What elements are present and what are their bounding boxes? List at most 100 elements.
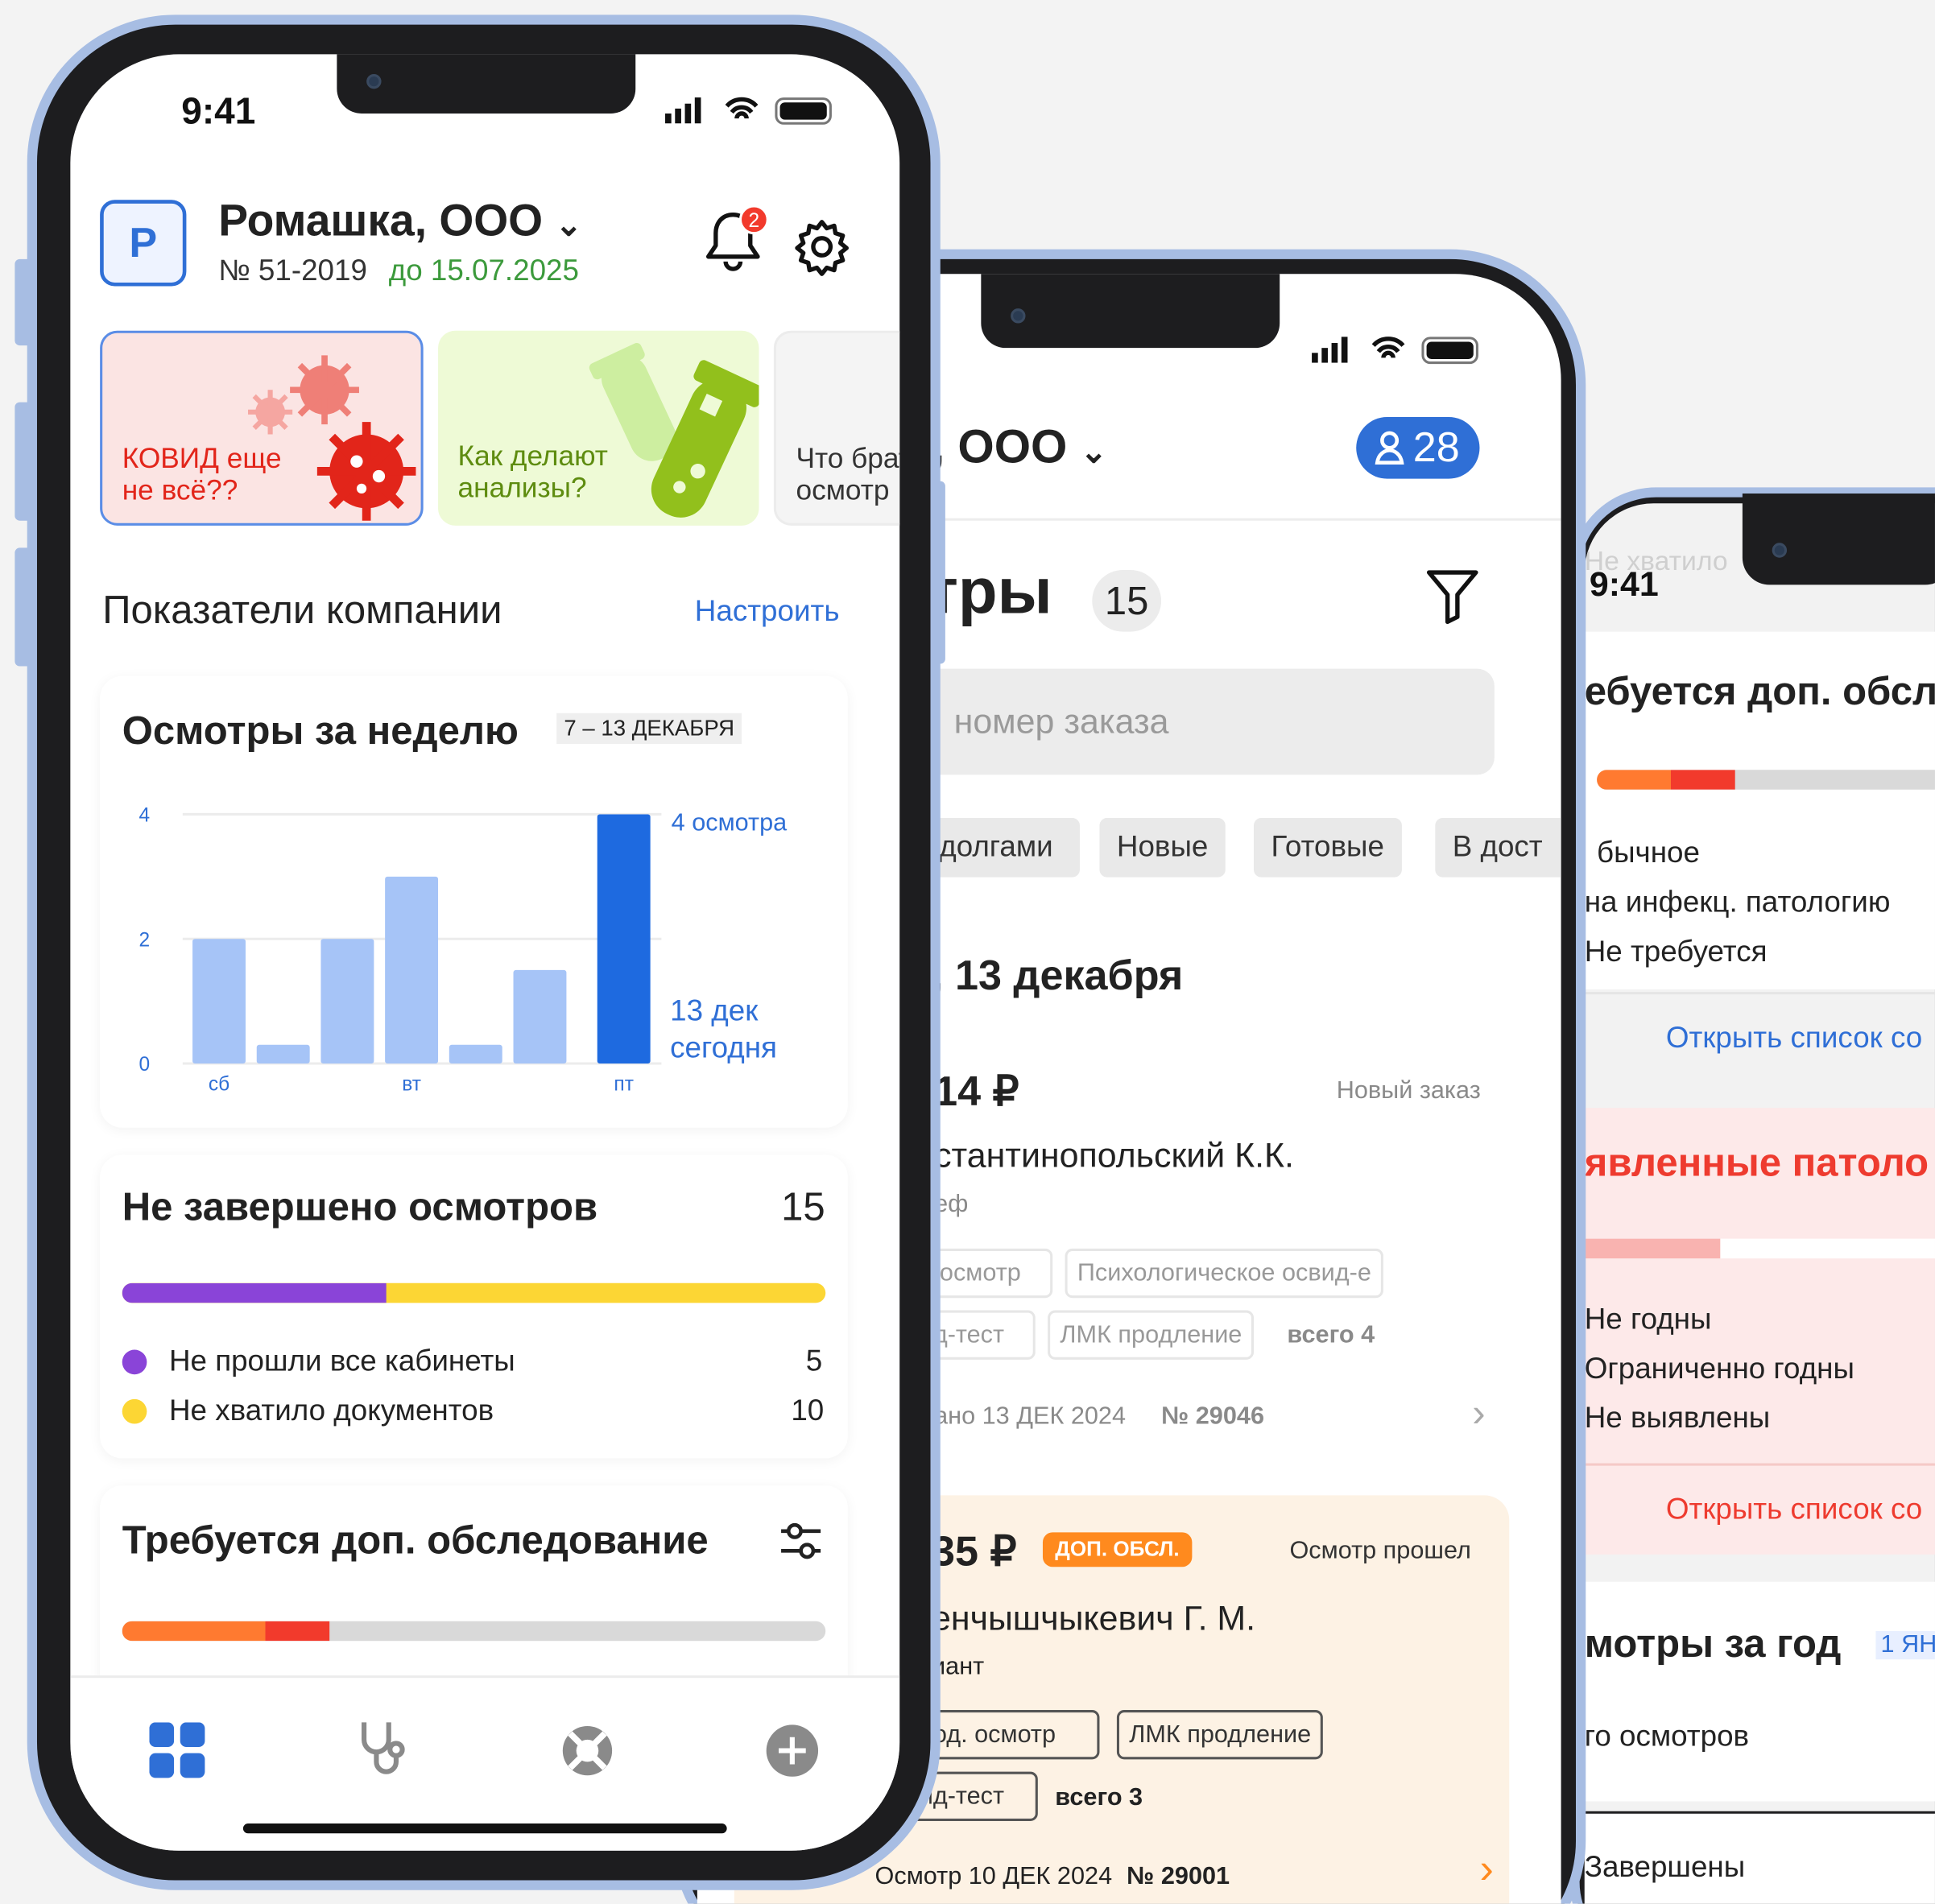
order-number: № 29001	[1127, 1863, 1230, 1890]
service-tag: ЛМК продление	[1048, 1310, 1255, 1360]
configure-link[interactable]: Настроить	[695, 595, 840, 630]
service-tag: ЛМК продление	[1116, 1710, 1324, 1760]
extra-exam-card: ебуется доп. обсл бычное на инфекц. пато…	[1584, 631, 1935, 990]
legend-dot-purple	[122, 1349, 147, 1375]
today-label: сегодня	[670, 1031, 777, 1065]
order-date: ано 13 ДЕК 2024	[934, 1402, 1126, 1431]
extra-item: на инфекц. патологию	[1584, 886, 1891, 919]
unfinished-exams-card[interactable]: Не завершено осмотров 15 Не прошли все к…	[100, 1154, 848, 1459]
done-label: Завершены	[1584, 1850, 1746, 1885]
card-title: Осмотры за неделю	[122, 708, 519, 753]
extra-exam-progress-bar	[122, 1621, 826, 1642]
lifebuoy-icon[interactable]	[559, 1722, 615, 1785]
x-tick-label: сб	[209, 1074, 229, 1096]
open-list-link-1[interactable]: Открыть список со	[1666, 1022, 1922, 1056]
pathology-item: Ограниченно годны	[1584, 1352, 1854, 1386]
search-input[interactable]: номер заказа	[919, 668, 1495, 775]
plus-icon[interactable]	[764, 1722, 821, 1785]
company-name-fragment[interactable]: , ООО ⌄	[932, 422, 1107, 475]
promo-text: Что брать на осмотр	[796, 441, 899, 506]
chart-bar	[256, 1044, 310, 1064]
sliders-icon[interactable]	[779, 1520, 823, 1568]
open-list-link-2[interactable]: Открыть список со	[1666, 1493, 1922, 1527]
status-time: 9:41	[181, 91, 256, 132]
phone-2-notch	[981, 274, 1280, 349]
unfinished-progress-bar	[122, 1282, 826, 1303]
promo-text: Как делают анализы?	[457, 439, 608, 504]
filter-chip[interactable]: В дост	[1435, 818, 1561, 878]
order-status: Новый заказ	[1336, 1076, 1481, 1105]
filter-chip[interactable]: долгами	[921, 818, 1080, 878]
phone-3-lower: Завершены	[1584, 1813, 1935, 1904]
filter-chip[interactable]: Новые	[1099, 818, 1226, 878]
legend-value: 5	[805, 1344, 823, 1378]
contract-valid: до 15.07.2025	[388, 254, 579, 288]
company-switcher[interactable]: Ромашка, ООО ⌄	[218, 195, 582, 246]
chevron-right-icon: ›	[1472, 1390, 1486, 1435]
pathology-item: Не годны	[1584, 1303, 1712, 1336]
today-label: 13 дек	[670, 994, 759, 1028]
chart-bar	[597, 814, 651, 1064]
phone-1-screen: 9:41 Р Ромашка, ООО ⌄ № 51-2019 до 15.07…	[70, 54, 900, 1851]
pathology-title: явленные патоло	[1584, 1140, 1929, 1185]
contract-number: № 51-2019	[218, 254, 367, 288]
order-price: 35 ₽	[932, 1528, 1017, 1576]
order-card[interactable]: 14 ₽ Новый заказ стантинопольский К.К. е…	[883, 1033, 1512, 1452]
legend-label: Не прошли все кабинеты	[168, 1344, 515, 1378]
phone-3-screen: Не хватило 9:41 ебуется доп. обсл бычное…	[1584, 503, 1935, 1811]
promo-card-tests[interactable]: Как делают анализы?	[438, 330, 759, 526]
y-tick-label: 2	[139, 929, 150, 951]
status-icons	[665, 93, 838, 126]
legend-label: Не хватило документов	[168, 1394, 494, 1428]
legend-value: 10	[791, 1394, 825, 1428]
service-tag: Психологическое освид-е	[1065, 1248, 1384, 1299]
filter-icon[interactable]	[1425, 568, 1479, 630]
title-count: 15	[1092, 570, 1162, 632]
date-range: 7 – 13 ДЕКАБРЯ	[556, 712, 742, 745]
stethoscope-icon[interactable]	[357, 1720, 411, 1785]
date-header: , 13 декабря	[932, 952, 1184, 1000]
promo-card-covid[interactable]: КОВИД еще не всё??	[100, 330, 424, 526]
chart-bar	[320, 939, 374, 1064]
phone-1-notch	[337, 54, 636, 114]
x-tick-label: вт	[402, 1074, 421, 1096]
pathology-item: Не выявлены	[1584, 1401, 1771, 1435]
filter-chip[interactable]: Готовые	[1254, 818, 1402, 878]
gear-icon[interactable]	[792, 217, 852, 283]
legend-dot-yellow	[122, 1398, 147, 1424]
patient-name: енчышчыкевич Г. М.	[932, 1599, 1256, 1638]
promo-card-what-to-bring[interactable]: Что брать на осмотр	[773, 330, 900, 526]
y-tick-label: 4	[139, 805, 150, 827]
chart-max-annotation: 4 осмотра	[671, 809, 788, 837]
patient-name: стантинопольский К.К.	[934, 1136, 1294, 1175]
year-card: мотры за год 1 ЯН го осмотров	[1584, 1581, 1935, 1802]
card-title: Требуется доп. обследование	[122, 1517, 709, 1563]
extra-exam-badge: ДОП. ОБСЛ.	[1042, 1532, 1192, 1567]
dashboard-icon[interactable]	[149, 1722, 205, 1785]
company-avatar: Р	[100, 200, 187, 287]
section-title: Показатели компании	[102, 587, 502, 632]
chevron-down-icon: ⌄	[1080, 432, 1107, 470]
chart-bar	[385, 876, 439, 1064]
home-indicator	[242, 1823, 727, 1834]
year-range: 1 ЯН	[1875, 1630, 1935, 1660]
people-count-badge[interactable]: 28	[1356, 416, 1480, 479]
phone-3-notch	[1742, 494, 1935, 585]
pathology-card: явленные патоло Не годны Ограниченно год…	[1584, 1108, 1935, 1555]
promo-text: КОВИД еще не всё??	[122, 441, 282, 506]
extra-bar	[1597, 770, 1935, 790]
chart-bar	[513, 969, 567, 1064]
chart-bar	[192, 939, 246, 1064]
extra-exam-title: ебуется доп. обсл	[1584, 668, 1935, 713]
weekly-exams-card[interactable]: Осмотры за неделю 7 – 13 ДЕКАБРЯ 0 2 4 сб вт…	[100, 675, 848, 1128]
year-subtitle: го осмотров	[1584, 1720, 1750, 1753]
page-title: тры	[926, 556, 1052, 629]
chevron-right-icon: ›	[1479, 1845, 1494, 1893]
status-time: 9:41	[1589, 564, 1659, 604]
card-title: Не завершено осмотров	[122, 1184, 598, 1229]
status-icons	[1312, 333, 1485, 366]
order-date: Осмотр 10 ДЕК 2024	[874, 1863, 1113, 1890]
unfinished-count: 15	[781, 1184, 825, 1229]
extra-item: бычное	[1597, 836, 1700, 870]
x-tick-label: пт	[614, 1074, 634, 1096]
